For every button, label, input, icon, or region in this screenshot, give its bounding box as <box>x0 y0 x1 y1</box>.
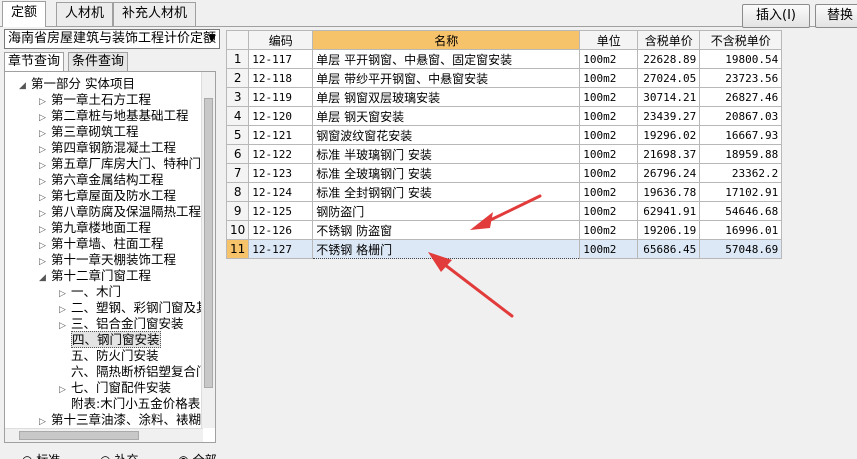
radio-standard[interactable]: ○ 标准 <box>22 453 78 459</box>
table-row[interactable]: 5 12-121 钢窗波纹窗花安装 100m2 19296.02 16667.93 <box>225 125 783 145</box>
table-row[interactable]: 4 12-120 单层 钢天窗安装 100m2 23439.27 20867.03 <box>225 106 783 126</box>
tree-node[interactable]: ◢ 第十二章门窗工程 <box>39 268 151 284</box>
tree-node[interactable]: ▷ 七、门窗配件安装 <box>59 380 171 396</box>
col-header-price-tax[interactable]: 含税单价 <box>637 30 701 50</box>
tree-node[interactable]: ▷ 一、木门 <box>59 284 121 300</box>
table-row[interactable]: 6 12-122 标准 半玻璃钢门 安装 100m2 21698.37 18959.88 <box>225 144 783 164</box>
tree-node[interactable]: ▷ 第十一章天棚装饰工程 <box>39 252 176 268</box>
table-row[interactable]: 9 12-125 钢防盗门 100m2 62941.91 54646.68 <box>225 201 783 221</box>
table-row-selected[interactable]: 11 12-127 不锈钢 格栅门 100m2 65686.45 57048.69 <box>225 239 783 259</box>
tab-chapter-query[interactable]: 章节查询 <box>4 52 65 72</box>
tree-horizontal-scrollbar[interactable] <box>5 428 203 442</box>
filter-radio-group: ○ 标准 ○ 补充 ◉ 全部 <box>22 451 253 459</box>
tree-node[interactable]: 五、防火门安装 <box>59 348 159 364</box>
quota-table: 编码 名称 单位 含税单价 不含税单价 1 12-117 单层 平开钢窗、中悬窗、固… <box>225 30 783 259</box>
tree-node[interactable]: 六、隔热断桥铝塑复合门 <box>59 364 209 380</box>
col-header-name[interactable]: 名称 <box>312 30 581 50</box>
col-header-code[interactable]: 编码 <box>248 30 314 50</box>
chapter-tree: ◢ 第一部分 实体项目 ▷ 第一章土石方工程 ▷ 第二章桩与地基基础工程 ▷ 第三章砌筑… <box>4 71 216 443</box>
tree-node-selected[interactable]: 四、钢门窗安装 <box>59 331 161 348</box>
tree-node[interactable]: ▷ 第八章防腐及保温隔热工程 <box>39 204 201 220</box>
tree-node[interactable]: ◢ 第一部分 实体项目 <box>19 76 135 92</box>
radio-all[interactable]: ◉ 全部 <box>178 453 234 459</box>
quota-library-value: 海南省房屋建筑与装饰工程计价定额 <box>8 31 217 46</box>
collapse-icon[interactable]: ◢ <box>19 78 31 94</box>
radio-supplement[interactable]: ○ 补充 <box>100 453 156 459</box>
tree-node[interactable]: ▷ 第十三章油漆、涂料、裱糊 <box>39 412 201 428</box>
tab-supplement-labor-material[interactable]: 补充人材机 <box>113 2 197 26</box>
left-panel: 海南省房屋建筑与装饰工程计价定额 ▼ 章节查询 条件查询 ◢ 第一部分 实体项目 … <box>0 27 222 459</box>
tab-labor-material[interactable]: 人材机 <box>56 2 114 26</box>
collapse-icon[interactable]: ◢ <box>39 270 51 286</box>
chevron-down-icon[interactable]: ▼ <box>208 30 216 48</box>
replace-button[interactable]: 替换 <box>815 4 857 28</box>
tree-node[interactable]: ▷ 第九章楼地面工程 <box>39 220 151 236</box>
table-row[interactable]: 2 12-118 单层 带纱平开钢窗、中悬窗安装 100m2 27024.05 23723… <box>225 68 783 88</box>
tree-node[interactable]: ▷ 第六章金属结构工程 <box>39 172 164 188</box>
tree-vertical-scrollbar[interactable] <box>201 72 215 428</box>
tree-node[interactable]: ▷ 三、铝合金门窗安装 <box>59 316 184 332</box>
table-row[interactable]: 10 12-126 不锈钢 防盗窗 100m2 19206.19 16996.01 <box>225 220 783 240</box>
table-row[interactable]: 7 12-123 标准 全玻璃钢门 安装 100m2 26796.24 23362.2 <box>225 163 783 183</box>
tree-node[interactable]: ▷ 第一章土石方工程 <box>39 92 151 108</box>
tree-node[interactable]: 附表:木门小五金价格表 <box>59 396 200 412</box>
tab-quota[interactable]: 定额 <box>2 1 47 27</box>
arrow-to-row-11 <box>428 252 514 318</box>
tab-condition-query[interactable]: 条件查询 <box>68 52 129 72</box>
table-row[interactable]: 1 12-117 单层 平开钢窗、中悬窗、固定窗安装 100m2 22628.89 198… <box>225 49 783 69</box>
tree-node[interactable]: ▷ 第五章厂库房大门、特种门 <box>39 156 201 172</box>
tree-node[interactable]: ▷ 二、塑钢、彩钢门窗及其 <box>59 300 209 316</box>
col-header-price-no-tax[interactable]: 不含税单价 <box>699 30 783 50</box>
scrollbar-thumb[interactable] <box>19 431 139 440</box>
top-tab-bar: 定额 人材机 补充人材机 插入(I) 替换 <box>0 0 857 28</box>
quota-library-select[interactable]: 海南省房屋建筑与装饰工程计价定额 ▼ <box>4 29 220 49</box>
table-header-row: 编码 名称 单位 含税单价 不含税单价 <box>225 30 783 50</box>
tree-node[interactable]: ▷ 第三章砌筑工程 <box>39 124 139 140</box>
insert-button[interactable]: 插入(I) <box>742 4 810 28</box>
table-row[interactable]: 3 12-119 单层 钢窗双层玻璃安装 100m2 30714.21 26827.46 <box>225 87 783 107</box>
tree-node[interactable]: ▷ 第七章屋面及防水工程 <box>39 188 176 204</box>
table-row[interactable]: 8 12-124 标准 全封钢钢门 安装 100m2 19636.78 17102.91 <box>225 182 783 202</box>
tree-node[interactable]: ▷ 第十章墙、柱面工程 <box>39 236 164 252</box>
tree-node[interactable]: ▷ 第四章钢筋混凝土工程 <box>39 140 176 156</box>
scrollbar-thumb[interactable] <box>204 98 213 388</box>
col-header-rownum <box>225 30 250 50</box>
tree-node[interactable]: ▷ 第二章桩与地基基础工程 <box>39 108 189 124</box>
col-header-unit[interactable]: 单位 <box>579 30 639 50</box>
